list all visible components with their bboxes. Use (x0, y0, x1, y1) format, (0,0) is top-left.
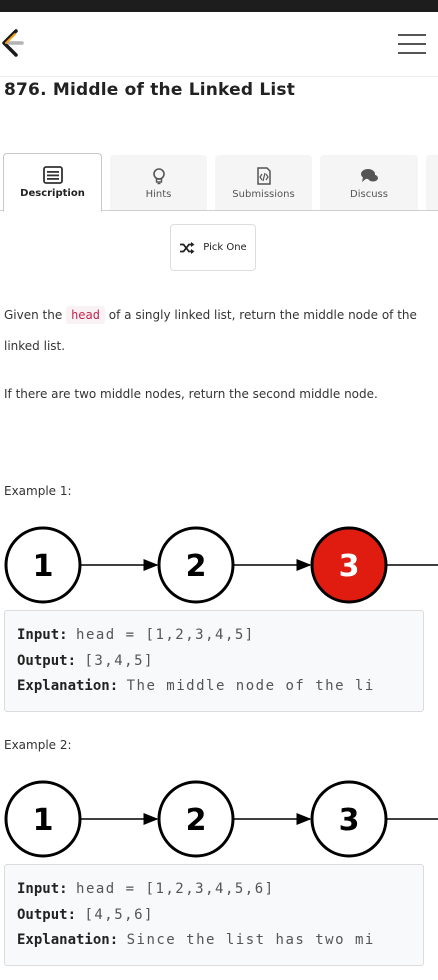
example-2-explanation-line: Explanation: Since the list has two mi (17, 928, 423, 954)
status-bar (0, 0, 438, 12)
tab-description-label: Description (20, 188, 85, 199)
tab-description[interactable]: Description (3, 153, 102, 212)
example-1-explanation-line: Explanation: The middle node of the li (17, 674, 423, 700)
explanation-value: The middle node of the li (126, 678, 375, 694)
list-node-value: 2 (186, 803, 207, 838)
example-2-output-line: Output: [4,5,6] (17, 903, 423, 929)
tab-hints[interactable]: Hints (110, 155, 207, 211)
tab-submissions-label: Submissions (232, 189, 295, 200)
page-title: 876. Middle of the Linked List (4, 80, 296, 100)
example-1-label: Example 1: (4, 484, 72, 498)
list-node-value: 1 (33, 549, 54, 584)
list-node-value: 3 (339, 803, 360, 838)
input-label: Input: (17, 627, 68, 643)
tab-discuss-label: Discuss (350, 189, 388, 200)
hamburger-menu-icon[interactable] (398, 32, 426, 56)
description-paragraph-1: Given the head of a singly linked list, … (4, 300, 424, 362)
example-2-code-block: Input: head = [1,2,3,4,5,6] Output: [4,5… (4, 864, 424, 966)
tab-more[interactable] (426, 155, 438, 211)
explanation-value: Since the list has two mi (126, 932, 375, 948)
output-label: Output: (17, 652, 77, 669)
example-2-linked-list-diagram: 1 2 3 (4, 780, 438, 858)
description-icon (42, 166, 63, 184)
tab-bar: Description Hints Submissions Discuss (0, 153, 438, 212)
inline-code-head: head (66, 306, 105, 324)
tab-submissions[interactable]: Submissions (215, 155, 312, 211)
output-value: [3,4,5] (84, 652, 154, 669)
example-2-label: Example 2: (4, 738, 72, 752)
chat-bubbles-icon (361, 169, 378, 182)
tab-discuss[interactable]: Discuss (320, 155, 418, 211)
pick-one-button[interactable]: Pick One (170, 224, 256, 271)
example-1-code-block: Input: head = [1,2,3,4,5] Output: [3,4,5… (4, 610, 424, 712)
input-label: Input: (17, 881, 68, 897)
output-label: Output: (17, 906, 77, 923)
input-value: head = [1,2,3,4,5] (76, 627, 255, 643)
input-value: head = [1,2,3,4,5,6] (76, 881, 275, 897)
description-text-start: Given the (4, 308, 63, 322)
tab-hints-label: Hints (145, 189, 172, 200)
shuffle-icon (180, 241, 195, 254)
explanation-label: Explanation: (17, 932, 119, 948)
example-2-input-line: Input: head = [1,2,3,4,5,6] (17, 877, 423, 903)
top-navbar (0, 12, 438, 77)
code-file-icon (256, 167, 271, 185)
pick-one-label: Pick One (203, 242, 247, 253)
output-value: [4,5,6] (84, 906, 154, 923)
example-1-input-line: Input: head = [1,2,3,4,5] (17, 623, 423, 649)
lightbulb-icon (152, 168, 165, 185)
list-node-value: 1 (33, 803, 54, 838)
example-1-output-line: Output: [3,4,5] (17, 649, 423, 675)
explanation-label: Explanation: (17, 678, 119, 694)
description-paragraph-2: If there are two middle nodes, return th… (4, 387, 378, 401)
list-node-value: 2 (186, 549, 207, 584)
example-1-linked-list-diagram: 1 2 3 (4, 526, 438, 604)
list-node-value: 3 (339, 549, 360, 584)
leetcode-logo-icon[interactable] (0, 28, 26, 58)
